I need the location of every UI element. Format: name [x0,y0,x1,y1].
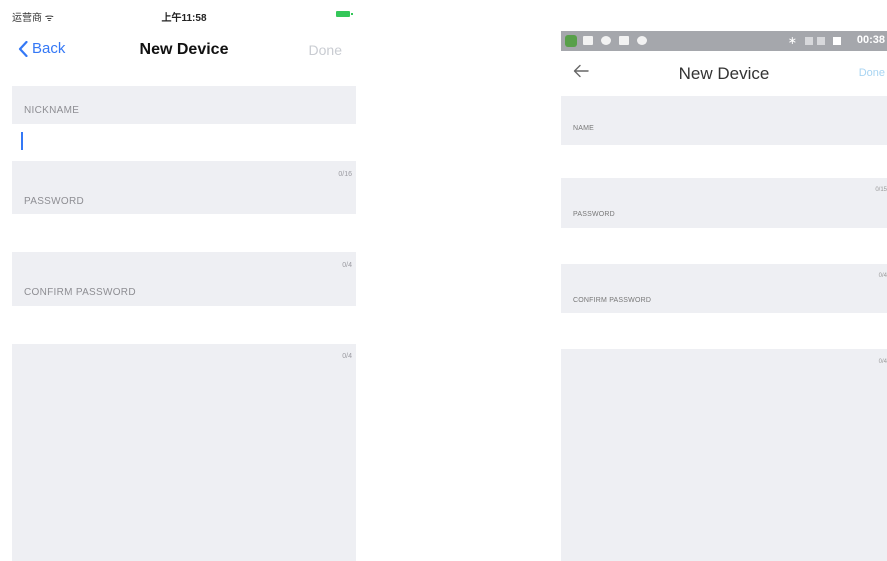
text-cursor [21,132,23,150]
nickname-section-header: NICKNAME [12,86,356,124]
password-label: PASSWORD [573,211,615,218]
nickname-label: NICKNAME [24,105,80,116]
password-label: PASSWORD [24,196,84,207]
page-title: New Device [139,41,229,58]
confirm-password-char-count: 0/4 [878,359,887,365]
page-title: New Device [678,64,770,83]
ios-navigation-bar: Back New Device Done [12,36,356,66]
battery-icon [833,37,841,45]
done-button[interactable]: Done [859,67,885,79]
android-app-bar: New Device Done [561,51,887,93]
app-notification-icon [565,35,577,47]
battery-icon [336,11,353,17]
signal-icon [817,37,825,45]
nickname-input[interactable] [12,124,356,160]
confirm-password-label: CONFIRM PASSWORD [24,287,136,298]
ios-status-bar: 运营商 ᯤ 上午11:58 [12,0,356,26]
notification-icon [637,36,647,45]
notification-icon [619,36,629,45]
confirm-password-char-count: 0/4 [342,353,352,360]
password-input[interactable] [12,214,356,252]
done-button[interactable]: Done [309,42,342,58]
name-label: NAME [573,125,595,132]
password-section-header: 0/15 PASSWORD [561,178,887,228]
confirm-password-section-header: 0/4 CONFIRM PASSWORD [12,252,356,306]
name-section-header: NAME [561,96,887,145]
password-section-header: 0/16 PASSWORD [12,161,356,214]
confirm-password-input[interactable] [12,306,356,344]
name-char-count: 0/15 [875,187,887,193]
password-char-count: 0/4 [878,273,887,279]
password-char-count: 0/4 [342,262,352,269]
android-status-bar: ∗ 00:38 [561,31,887,51]
notification-icon [601,36,611,45]
confirm-password-input[interactable] [561,313,887,349]
ios-screen: 运营商 ᯤ 上午11:58 Back New Device Done NICKN… [12,0,356,561]
confirm-password-section-header: 0/4 CONFIRM PASSWORD [561,264,887,313]
status-time: 上午11:58 [161,13,207,24]
signal-icon [805,37,813,45]
android-screen: ∗ 00:38 New Device Done NAME 0/15 PASSWO… [561,0,887,561]
ios-footer-area: 0/4 [12,344,356,561]
name-input[interactable] [561,145,887,178]
notification-icon [583,36,593,45]
confirm-password-label: CONFIRM PASSWORD [573,297,652,304]
bluetooth-icon: ∗ [787,35,797,47]
password-input[interactable] [561,228,887,264]
android-footer-area: 0/4 [561,349,887,561]
status-time: 00:38 [856,34,885,46]
nickname-char-count: 0/16 [338,171,352,178]
